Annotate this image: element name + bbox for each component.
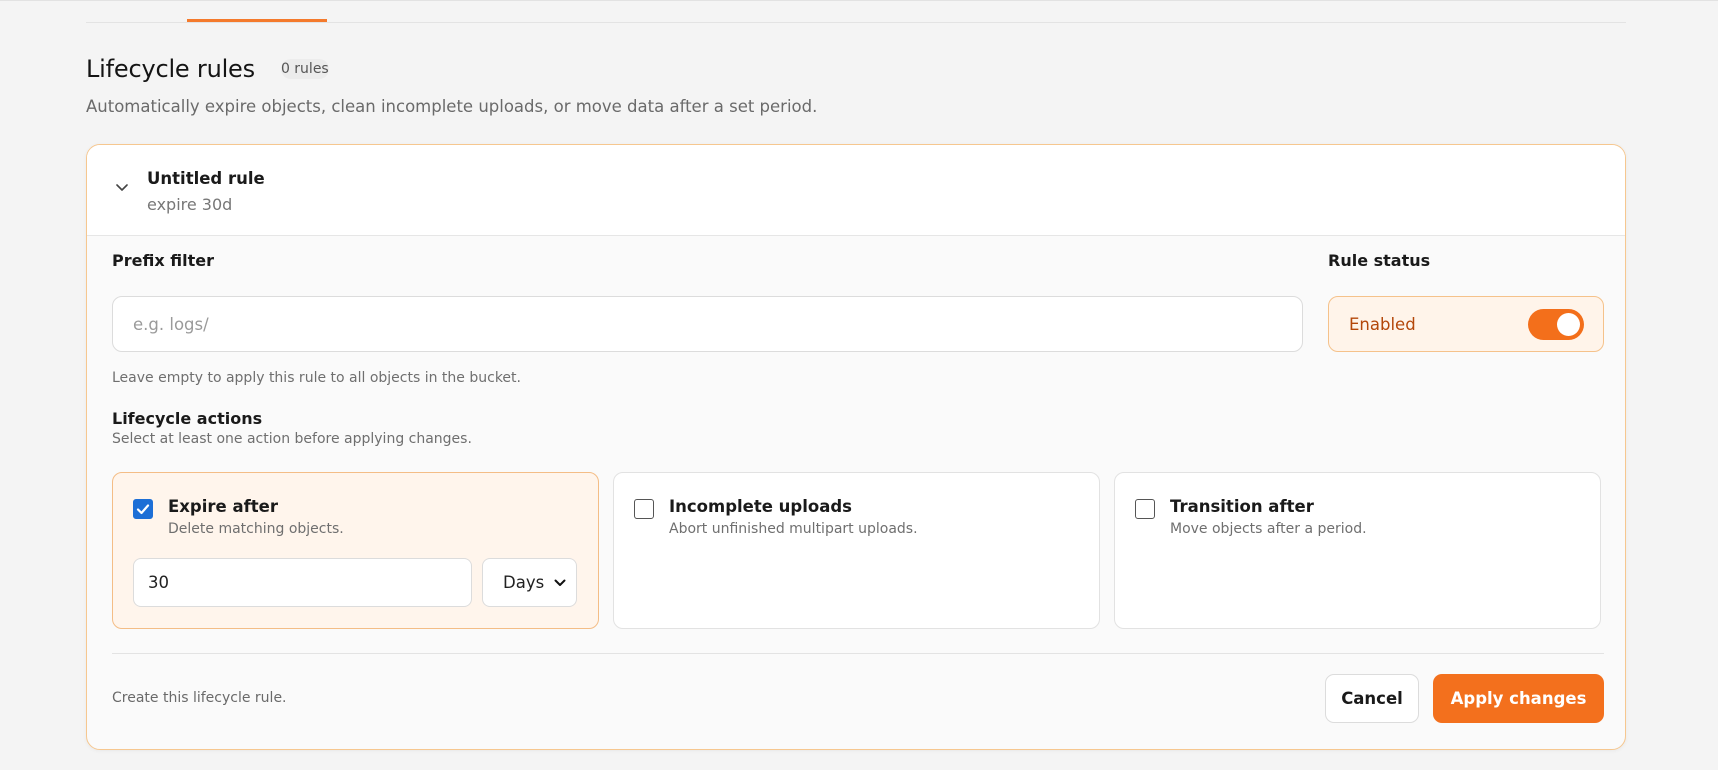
incomplete-uploads-description: Abort unfinished multipart uploads. <box>669 521 918 537</box>
transition-title: Transition after <box>1170 497 1314 516</box>
expire-unit-value: Days <box>503 573 545 592</box>
incomplete-uploads-checkbox[interactable] <box>634 499 654 519</box>
rule-status-value: Enabled <box>1349 315 1416 334</box>
rule-status-control: Enabled <box>1328 296 1604 352</box>
footer-note: Create this lifecycle rule. <box>112 690 287 706</box>
apply-changes-button[interactable]: Apply changes <box>1433 674 1604 723</box>
chevron-down-icon[interactable] <box>114 179 130 195</box>
expire-checkbox[interactable] <box>133 499 153 519</box>
lifecycle-actions-hint: Select at least one action before applyi… <box>112 431 472 447</box>
expire-unit-select[interactable]: Days <box>482 558 577 607</box>
bottom-edge <box>0 770 1718 774</box>
rule-status-toggle[interactable] <box>1528 309 1584 340</box>
action-card-expire: Expire after Delete matching objects. Da… <box>112 472 599 629</box>
action-card-incomplete-uploads: Incomplete uploads Abort unfinished mult… <box>613 472 1100 629</box>
prefix-filter-hint: Leave empty to apply this rule to all ob… <box>112 370 521 386</box>
page-title: Lifecycle rules <box>86 55 255 83</box>
cancel-button[interactable]: Cancel <box>1325 674 1419 723</box>
section-heading: Lifecycle rules 0 rules <box>86 55 329 83</box>
incomplete-uploads-title: Incomplete uploads <box>669 497 852 516</box>
expire-amount-input[interactable] <box>133 558 472 607</box>
footer-divider <box>112 653 1604 654</box>
prefix-filter-label: Prefix filter <box>112 251 214 270</box>
page-subtitle: Automatically expire objects, clean inco… <box>86 97 818 116</box>
expire-title: Expire after <box>168 497 278 516</box>
chevron-down-icon <box>554 579 566 586</box>
expire-description: Delete matching objects. <box>168 521 344 537</box>
active-tab-indicator <box>187 19 327 22</box>
prefix-filter-input[interactable] <box>112 296 1303 352</box>
top-border <box>0 0 1718 4</box>
rule-summary: expire 30d <box>147 195 233 214</box>
rule-header[interactable]: Untitled rule expire 30d <box>87 145 1625 236</box>
transition-description: Move objects after a period. <box>1170 521 1367 537</box>
rule-status-label: Rule status <box>1328 251 1431 270</box>
rule-card: Untitled rule expire 30d Prefix filter L… <box>86 144 1626 750</box>
action-card-transition: Transition after Move objects after a pe… <box>1114 472 1601 629</box>
lifecycle-actions-label: Lifecycle actions <box>112 409 263 428</box>
rule-count-badge: 0 rules <box>280 59 329 79</box>
transition-checkbox[interactable] <box>1135 499 1155 519</box>
rule-name: Untitled rule <box>147 169 265 188</box>
toggle-knob <box>1557 313 1580 336</box>
